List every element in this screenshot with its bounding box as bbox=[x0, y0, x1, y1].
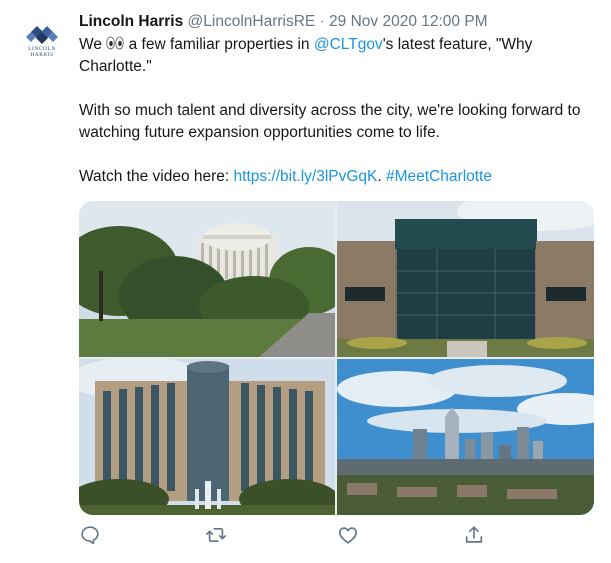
domed-office-building-photo[interactable] bbox=[79, 201, 335, 357]
lincoln-harris-logo-icon bbox=[26, 26, 58, 44]
tweet-text-period: . bbox=[377, 168, 387, 185]
retweet-button[interactable] bbox=[205, 524, 227, 546]
like-button[interactable] bbox=[337, 524, 359, 546]
tweet-timestamp[interactable]: 29 Nov 2020 12:00 PM bbox=[329, 13, 488, 30]
tweet-text-watch: Watch the video here: bbox=[79, 168, 234, 185]
tweet-paragraph-3: Watch the video here: https://bit.ly/3lP… bbox=[79, 166, 589, 188]
eyes-emoji-icon bbox=[106, 35, 124, 50]
tweet-header: Lincoln Harris @LincolnHarrisRE · 29 Nov… bbox=[79, 11, 488, 33]
reply-button[interactable] bbox=[79, 524, 101, 546]
mention-link[interactable]: @CLTgov bbox=[314, 36, 383, 53]
tall-office-tower-fountain-photo[interactable] bbox=[79, 359, 335, 515]
tweet-text-mid: a few familiar properties in bbox=[124, 36, 314, 53]
tweet-text-we: We bbox=[79, 36, 102, 53]
share-button[interactable] bbox=[463, 524, 485, 546]
hashtag-link[interactable]: #MeetCharlotte bbox=[386, 168, 492, 185]
avatar-logo-text-line2: HARRIS bbox=[30, 52, 54, 58]
heart-icon bbox=[338, 527, 358, 544]
tweet: LINCOLN HARRIS Lincoln Harris @LincolnHa… bbox=[0, 0, 611, 563]
tweet-paragraph-2: With so much talent and diversity across… bbox=[79, 102, 581, 141]
avatar[interactable]: LINCOLN HARRIS bbox=[22, 20, 62, 60]
tweet-actions bbox=[79, 524, 589, 548]
separator-dot: · bbox=[319, 13, 325, 30]
retweet-icon bbox=[206, 527, 226, 543]
share-icon bbox=[465, 526, 483, 543]
glass-office-building-photo[interactable] bbox=[337, 201, 594, 357]
charlotte-skyline-photo[interactable] bbox=[337, 359, 594, 515]
tweet-text: We a few familiar properties in @CLTgov'… bbox=[79, 34, 589, 188]
tweet-paragraph-1: We a few familiar properties in @CLTgov'… bbox=[79, 34, 589, 78]
media-grid bbox=[79, 201, 594, 515]
author-handle[interactable]: @LincolnHarrisRE bbox=[188, 13, 316, 30]
video-url-link[interactable]: https://bit.ly/3lPvGqK bbox=[234, 168, 378, 185]
author-name[interactable]: Lincoln Harris bbox=[79, 13, 183, 30]
reply-icon bbox=[81, 526, 99, 545]
